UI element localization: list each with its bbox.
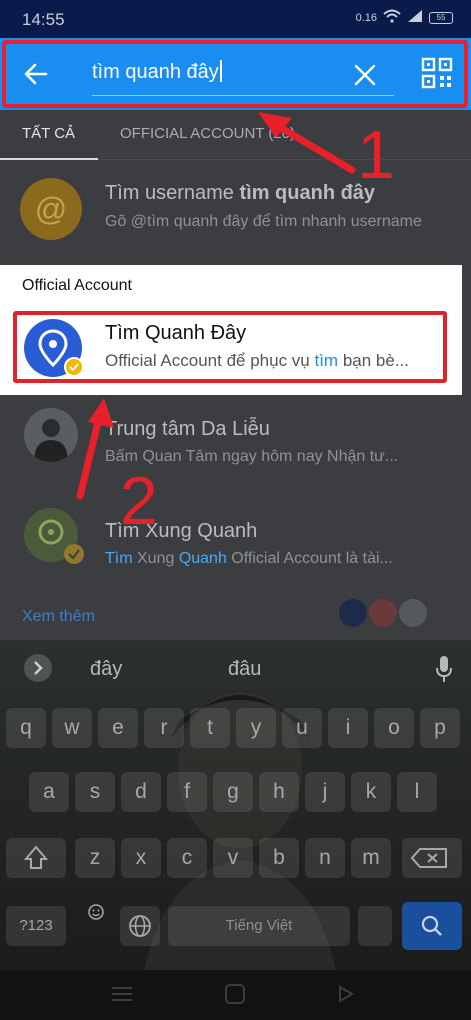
shift-key[interactable] [6,838,66,878]
shift-icon [23,845,49,869]
key-m[interactable]: m [351,838,391,878]
language-key[interactable] [120,906,160,946]
search-icon [421,915,442,936]
emoji-icon[interactable] [86,902,106,922]
key-g[interactable]: g [213,772,253,812]
key-j[interactable]: j [305,772,345,812]
result-description: Bấm Quan Tâm ngay hôm nay Nhận tư... [105,448,399,465]
key-k[interactable]: k [351,772,391,812]
status-time: 14:55 [22,10,65,29]
backspace-key[interactable] [402,838,462,878]
result-name: Tìm Xung Quanh [105,520,258,542]
key-z[interactable]: z [75,838,115,878]
microphone-icon[interactable] [434,654,454,684]
backspace-icon [410,848,447,868]
wifi-icon [383,9,401,26]
key-p[interactable]: p [420,708,460,748]
search-bar-highlight-box [2,40,468,108]
official-account-section: Official Account Tìm Quanh Đây Official … [0,265,462,395]
result-description: Tìm Xung Quanh Official Account là tài..… [105,550,393,567]
battery-icon: 55 [429,11,453,24]
tab-bar: TẤT CẢ OFFICIAL ACCOUNT (20) [0,110,471,160]
space-bar[interactable]: Tiếng Việt [168,906,350,946]
key-l[interactable]: l [397,772,437,812]
tab-official-account[interactable]: OFFICIAL ACCOUNT (20) [120,125,295,142]
key-u[interactable]: u [282,708,322,748]
period-key[interactable] [358,906,392,946]
status-bar: 14:55 0.16 55 [0,0,471,38]
key-w[interactable]: w [52,708,92,748]
chevron-right-icon [34,661,43,675]
at-sign-icon: @ [20,178,82,240]
key-t[interactable]: t [190,708,230,748]
svg-text:@: @ [35,191,67,227]
key-h[interactable]: h [259,772,299,812]
key-q[interactable]: q [6,708,46,748]
more-results-avatars [338,598,434,628]
key-f[interactable]: f [167,772,207,812]
result-name: Trung tâm Da Liễu [105,418,270,440]
key-o[interactable]: o [374,708,414,748]
avatar [24,408,78,462]
suggestion-2[interactable]: đâu [228,658,261,681]
recent-apps-icon [112,987,132,1001]
status-icons: 0.16 55 [356,9,453,26]
list-item[interactable]: Trung tâm Da Liễu Bấm Quan Tâm ngay hôm … [0,400,471,490]
expand-toolbar-button[interactable] [24,654,52,682]
see-more-link[interactable]: Xem thêm [22,608,95,626]
key-r[interactable]: r [144,708,184,748]
key-x[interactable]: x [121,838,161,878]
system-nav-bar [0,970,471,1020]
key-e[interactable]: e [98,708,138,748]
official-account-highlight-box[interactable] [13,311,447,383]
numbers-key[interactable]: ?123 [6,906,66,946]
search-key[interactable] [402,902,462,950]
signal-icon [407,9,423,26]
username-search-title: Tìm username tìm quanh đây [105,182,376,204]
key-i[interactable]: i [328,708,368,748]
key-y[interactable]: y [236,708,276,748]
back-nav-icon [339,985,354,1003]
key-b[interactable]: b [259,838,299,878]
key-c[interactable]: c [167,838,207,878]
key-v[interactable]: v [213,838,253,878]
list-item[interactable]: Tìm Xung Quanh Tìm Xung Quanh Official A… [0,500,471,590]
suggestion-1[interactable]: đây [90,658,122,681]
globe-icon [129,915,151,937]
section-header: Official Account [22,277,132,294]
key-d[interactable]: d [121,772,161,812]
key-n[interactable]: n [305,838,345,878]
username-search-row[interactable]: @ Tìm username tìm quanh đây Gõ @tìm qua… [0,160,471,265]
keyboard: đây đâu q w e r t y u i o p a s d f g h … [0,640,471,970]
tab-all[interactable]: TẤT CẢ [22,125,75,142]
key-a[interactable]: a [29,772,69,812]
home-icon [225,984,245,1004]
verified-badge-icon [64,544,84,564]
username-search-subtitle: Gõ @tìm quanh đây để tìm nhanh username [105,213,422,230]
nav-buttons [112,984,354,1004]
key-s[interactable]: s [75,772,115,812]
network-speed: 0.16 [355,11,377,24]
